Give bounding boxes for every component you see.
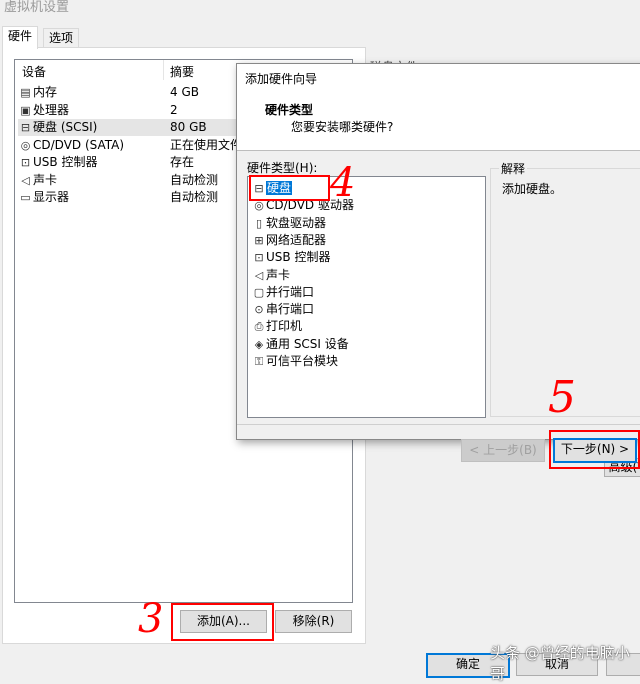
device-summary: 存在: [170, 155, 195, 169]
hardware-type-item[interactable]: ▢ 并行端口: [252, 284, 314, 301]
wizard-title: 添加硬件向导: [245, 72, 318, 86]
device-name: 显示器: [33, 190, 70, 204]
column-header-summary[interactable]: 摘要: [170, 63, 194, 80]
window-title: 虚拟机设置: [4, 0, 70, 15]
processor-icon: ▣: [20, 103, 31, 117]
hardware-type-label: 串行端口: [266, 302, 315, 317]
hardware-type-label: 通用 SCSI 设备: [266, 336, 349, 351]
device-name: CD/DVD (SATA): [33, 137, 125, 152]
hardware-type-item[interactable]: ◈ 通用 SCSI 设备: [252, 336, 349, 353]
device-summary: 自动检测: [170, 190, 219, 204]
wizard-footer-divider: [237, 424, 640, 425]
serial-port-icon: ⊙: [254, 303, 264, 317]
watermark: 头条 @曾经的电脑小哥: [490, 644, 630, 683]
device-name: 硬盘 (SCSI): [33, 120, 98, 134]
hardware-type-item[interactable]: ◁ 声卡: [252, 267, 290, 284]
printer-icon: ⎙: [254, 320, 264, 334]
device-name: 声卡: [33, 172, 58, 187]
annotation-step-4: 4: [330, 160, 356, 206]
network-adapter-icon: ⊞: [254, 233, 264, 247]
wizard-heading: 硬件类型: [265, 103, 314, 117]
annotation-step-3: 3: [138, 596, 164, 642]
hardware-type-label: 声卡: [266, 267, 291, 282]
explanation-label: 解释: [499, 160, 528, 177]
device-summary: 4 GB: [170, 85, 199, 99]
hardware-type-label: 网络适配器: [266, 232, 327, 247]
annotation-box-hard-disk: [249, 175, 330, 201]
sound-icon: ◁: [254, 268, 264, 282]
usb-icon: ⊡: [20, 156, 31, 169]
device-summary: 正在使用文件: [170, 137, 243, 152]
add-hardware-wizard: 添加硬件向导 硬件类型 您要安装哪类硬件? 硬件类型(H): 解释 添加硬盘。 …: [236, 63, 640, 463]
tab-hardware[interactable]: 硬件: [2, 26, 39, 49]
wizard-subheading: 您要安装哪类硬件?: [291, 120, 394, 134]
annotation-step-5: 5: [548, 372, 576, 423]
annotation-box-add: [171, 603, 274, 641]
explanation-text: 添加硬盘。: [502, 182, 563, 196]
parallel-port-icon: ▢: [253, 285, 265, 299]
hardware-type-item[interactable]: ▯ 软盘驱动器: [252, 215, 326, 232]
hardware-type-label: 可信平台模块: [266, 354, 339, 368]
hardware-type-label: 打印机: [266, 319, 303, 334]
floppy-icon: ▯: [255, 216, 263, 230]
device-name: 内存: [33, 85, 58, 99]
hardware-type-label: 硬件类型(H):: [247, 161, 318, 175]
hard-disk-icon: ⊟: [20, 121, 31, 134]
hardware-type-label: 软盘驱动器: [266, 215, 327, 230]
scsi-device-icon: ◈: [254, 337, 264, 351]
display-icon: ▭: [20, 191, 31, 204]
column-divider: [163, 60, 164, 80]
cd-dvd-icon: ◎: [20, 138, 31, 152]
hardware-type-item[interactable]: ⎙ 打印机: [252, 318, 302, 335]
device-name: 处理器: [33, 102, 70, 117]
device-summary: 2: [170, 102, 178, 117]
sound-icon: ◁: [21, 173, 30, 187]
hardware-type-label: USB 控制器: [266, 250, 331, 265]
back-button[interactable]: < 上一步(B): [461, 439, 545, 462]
tab-options[interactable]: 选项: [43, 28, 80, 48]
usb-icon: ⊡: [254, 251, 264, 265]
device-summary: 80 GB: [170, 120, 207, 134]
remove-button[interactable]: 移除(R): [275, 610, 352, 633]
annotation-box-next: [549, 430, 640, 469]
hardware-type-item[interactable]: ⊡ USB 控制器: [252, 249, 330, 266]
hardware-type-label: 并行端口: [266, 284, 315, 299]
memory-icon: ▤: [20, 86, 31, 99]
device-summary: 自动检测: [170, 172, 219, 187]
column-header-device[interactable]: 设备: [22, 63, 46, 80]
device-name: USB 控制器: [33, 155, 98, 169]
hardware-type-item[interactable]: ⊙ 串行端口: [252, 301, 314, 318]
hardware-type-item[interactable]: ⚿ 可信平台模块: [252, 353, 338, 370]
hardware-type-item[interactable]: ⊞ 网络适配器: [252, 232, 326, 249]
tpm-icon: ⚿: [254, 355, 264, 368]
